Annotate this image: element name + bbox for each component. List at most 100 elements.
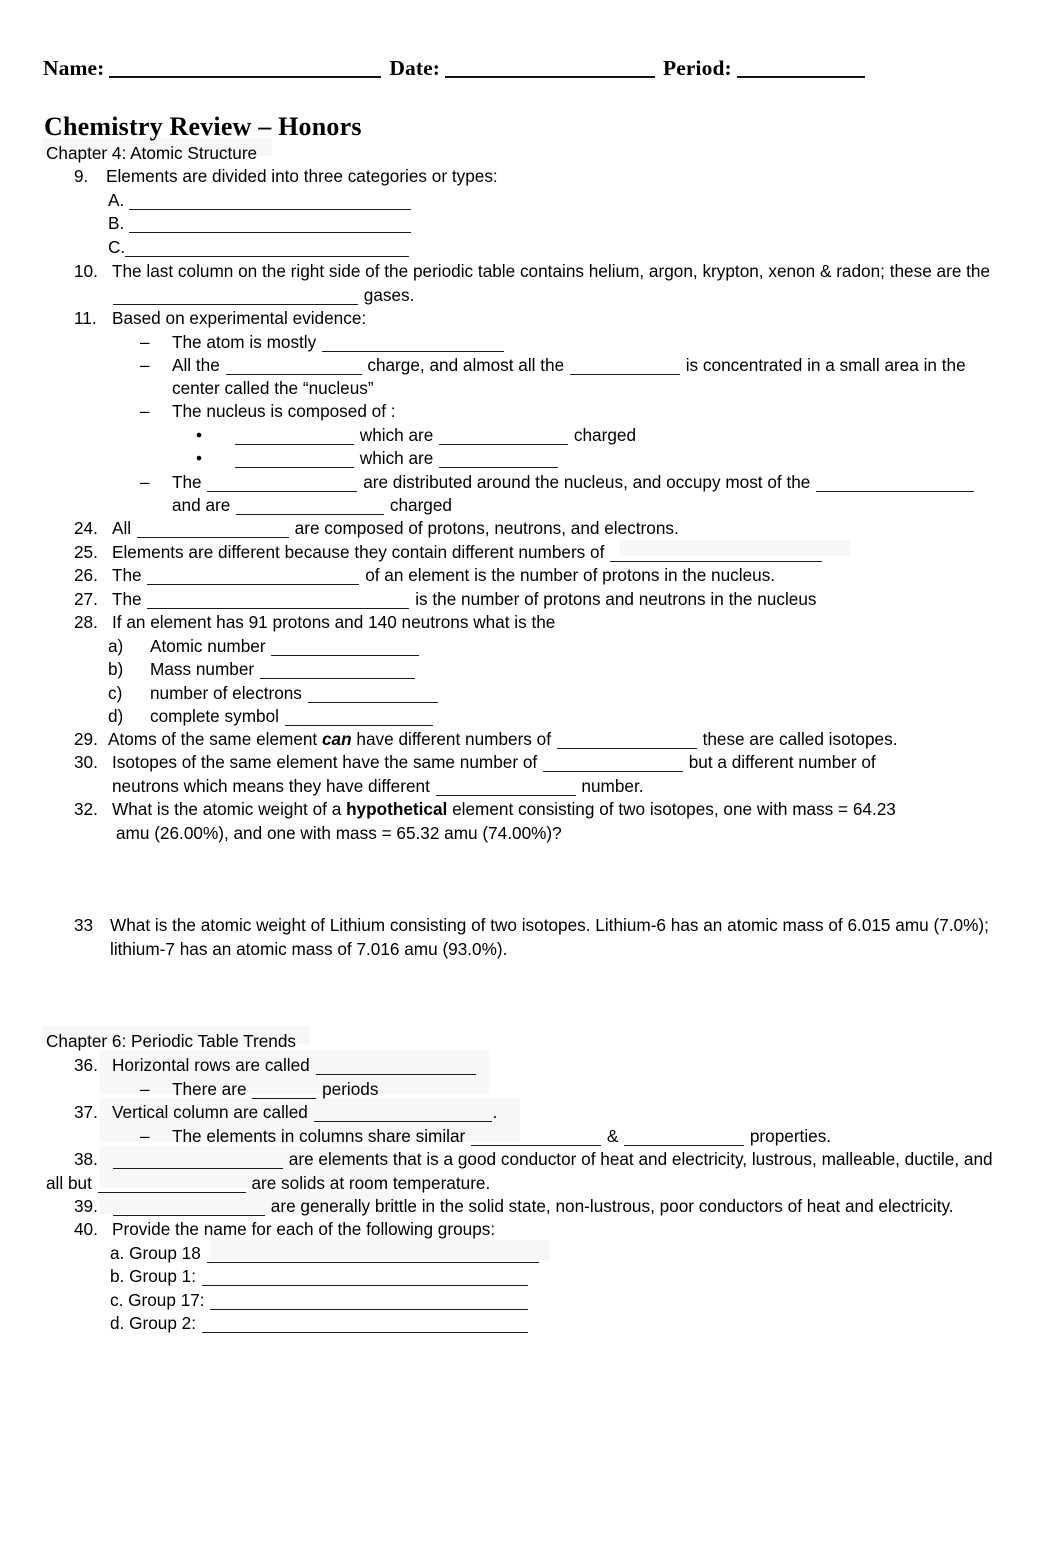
subbullet-2-text-a: which are: [359, 448, 434, 468]
question-11: 11. Based on experimental evidence:: [74, 307, 366, 331]
question-24-blank[interactable]: [136, 537, 289, 538]
bullet-4-blank-3[interactable]: [236, 514, 385, 515]
option-d-text: complete symbol: [150, 706, 279, 726]
question-30-blank-2[interactable]: [435, 795, 576, 796]
question-32: 32. What is the atomic weight of a hypoth…: [74, 798, 896, 822]
question-37-blank[interactable]: [313, 1121, 492, 1122]
question-26-text-a: The: [112, 565, 142, 585]
question-36-sub-text-a: There are: [172, 1079, 247, 1099]
question-26-text-b: of an element is the number of protons i…: [365, 565, 776, 585]
question-9-option-b: B.: [108, 212, 412, 236]
option-a-blank[interactable]: [271, 655, 420, 656]
option-c-blank[interactable]: [307, 702, 438, 703]
question-36-subbullet: – There are periods: [140, 1078, 378, 1102]
student-info-header: Name: Date: Period:: [43, 55, 1018, 81]
name-label: Name:: [43, 56, 105, 80]
question-37-sub-blank-2[interactable]: [624, 1145, 745, 1146]
question-40-number: 40.: [74, 1219, 98, 1239]
question-37-sub-text-a: The elements in columns share similar: [172, 1126, 466, 1146]
question-11-subbullet-1: • which are charged: [196, 424, 636, 448]
option-b-blank[interactable]: [129, 232, 411, 233]
option-b-blank[interactable]: [201, 1285, 528, 1286]
subbullet-1-blank-1[interactable]: [235, 444, 354, 445]
option-a-label: a): [108, 636, 124, 656]
bullet-2-blank-1[interactable]: [225, 374, 362, 375]
question-39-text: are generally brittle in the solid state…: [270, 1196, 954, 1216]
bullet-4-text-b: are distributed around the nucleus, and …: [363, 472, 811, 492]
question-28-option-b: b) Mass number: [108, 658, 416, 682]
period-label: Period:: [663, 56, 732, 80]
option-b-blank[interactable]: [259, 678, 415, 679]
name-blank[interactable]: [109, 76, 382, 78]
question-26-number: 26.: [74, 565, 98, 585]
question-9-text: Elements are divided into three categori…: [106, 166, 498, 186]
question-39-number: 39.: [74, 1196, 98, 1216]
question-32-text-b: element consisting of two isotopes, one …: [452, 799, 896, 819]
question-37-sub-text-b: properties.: [749, 1126, 832, 1146]
question-38-blank-2[interactable]: [97, 1192, 246, 1193]
question-30-line2-text-b: number.: [581, 776, 644, 796]
question-24-number: 24.: [74, 518, 98, 538]
option-c-blank[interactable]: [210, 1309, 529, 1310]
question-29-text-b: have different numbers of: [356, 729, 551, 749]
option-c-blank[interactable]: [125, 256, 409, 257]
question-29-blank[interactable]: [556, 748, 697, 749]
bullet-1-blank[interactable]: [322, 351, 505, 352]
question-39-blank[interactable]: [113, 1215, 265, 1216]
question-25-blank[interactable]: [610, 561, 823, 562]
option-b-label: B.: [108, 213, 125, 233]
period-blank[interactable]: [736, 76, 865, 78]
bullet-3-text: The nucleus is composed of :: [172, 401, 396, 421]
dash-bullet-icon: –: [140, 355, 150, 375]
question-9-option-c: C.: [108, 236, 410, 260]
subbullet-2-blank-2[interactable]: [439, 467, 559, 468]
subbullet-2-blank-1[interactable]: [235, 467, 354, 468]
question-11-number: 11.: [74, 308, 97, 328]
page-title: Chemistry Review – Honors: [44, 112, 362, 141]
question-40-option-d: d. Group 2:: [110, 1312, 529, 1336]
question-27-blank[interactable]: [147, 608, 410, 609]
question-36: 36. Horizontal rows are called: [74, 1054, 477, 1078]
question-37-ampersand: &: [606, 1126, 619, 1146]
bullet-4-blank-1[interactable]: [207, 491, 358, 492]
question-37-period: .: [492, 1102, 498, 1122]
option-a-blank[interactable]: [129, 209, 411, 210]
question-38-blank-1[interactable]: [113, 1168, 283, 1169]
question-36-blank[interactable]: [315, 1074, 476, 1075]
option-a-label: a. Group 18: [110, 1243, 201, 1263]
bullet-2-text-c: is concentrated in a small area in the: [685, 355, 966, 375]
dash-bullet-icon: –: [140, 1126, 150, 1146]
question-38-number: 38.: [74, 1149, 98, 1169]
bullet-4-blank-2[interactable]: [816, 491, 975, 492]
date-label: Date:: [389, 56, 441, 80]
option-c-label: C.: [108, 237, 126, 257]
question-26-blank[interactable]: [147, 584, 360, 585]
question-25-number: 25.: [74, 542, 98, 562]
question-30: 30. Isotopes of the same element have the…: [74, 751, 876, 775]
option-d-blank[interactable]: [201, 1332, 528, 1333]
option-d-blank[interactable]: [284, 725, 433, 726]
question-39: 39. are generally brittle in the solid s…: [74, 1195, 954, 1219]
round-bullet-icon: •: [196, 448, 203, 468]
bullet-2-text-a: All the: [172, 355, 220, 375]
question-9: 9. Elements are divided into three catego…: [74, 165, 498, 189]
question-28-option-a: a) Atomic number: [108, 635, 420, 659]
date-blank[interactable]: [445, 76, 656, 78]
question-36-sub-blank[interactable]: [252, 1098, 317, 1099]
question-27-number: 27.: [74, 589, 98, 609]
question-36-sub-text-b: periods: [322, 1079, 379, 1099]
question-25: 25. Elements are different because they c…: [74, 541, 823, 565]
question-30-blank-1[interactable]: [542, 771, 683, 772]
question-10-blank[interactable]: [113, 304, 358, 305]
dash-bullet-icon: –: [140, 1079, 150, 1099]
question-38-text: are elements that is a good conductor of…: [288, 1149, 993, 1169]
subbullet-1-blank-2[interactable]: [439, 444, 569, 445]
question-11-text: Based on experimental evidence:: [112, 308, 367, 328]
option-c-label: c. Group 17:: [110, 1290, 205, 1310]
option-c-text: number of electrons: [150, 683, 302, 703]
question-32-number: 32.: [74, 799, 98, 819]
question-37-sub-blank-1[interactable]: [471, 1145, 602, 1146]
bullet-2-blank-2[interactable]: [569, 374, 680, 375]
question-38-line2: all but are solids at room temperature.: [46, 1172, 490, 1196]
option-a-blank[interactable]: [206, 1262, 539, 1263]
